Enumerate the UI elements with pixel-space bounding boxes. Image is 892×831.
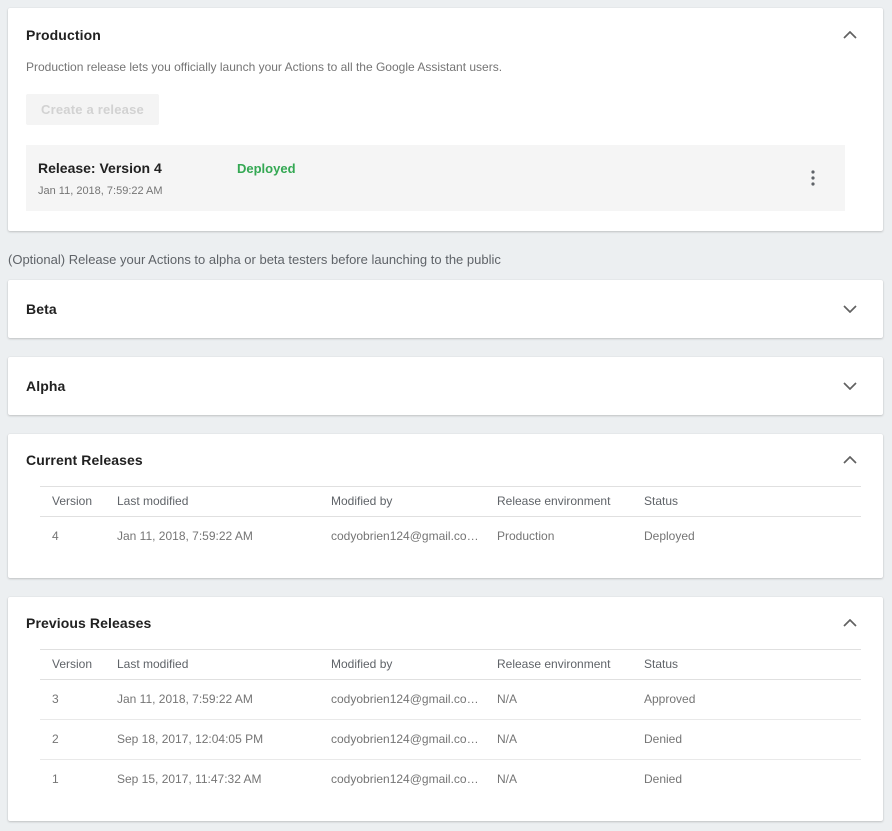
production-card-header[interactable]: Production	[26, 27, 861, 43]
optional-note: (Optional) Release your Actions to alpha…	[8, 252, 883, 267]
cell-version: 1	[40, 760, 105, 800]
alpha-title: Alpha	[26, 378, 65, 394]
alpha-card: Alpha	[8, 357, 883, 415]
cell-modified-by: codyobrien124@gmail.co…	[319, 517, 485, 557]
release-menu-button[interactable]	[807, 166, 819, 190]
column-header-release-environment: Release environment	[485, 487, 632, 517]
alpha-expand-button[interactable]	[839, 378, 861, 394]
production-description: Production release lets you officially l…	[26, 60, 861, 74]
table-header-row: Version Last modified Modified by Releas…	[40, 487, 861, 517]
release-version-label: Release: Version 4	[38, 160, 237, 176]
cell-version: 3	[40, 680, 105, 720]
beta-card-header[interactable]: Beta	[8, 280, 883, 338]
chevron-down-icon	[843, 301, 857, 316]
cell-status: Denied	[632, 720, 861, 760]
chevron-down-icon	[843, 378, 857, 393]
cell-status: Deployed	[632, 517, 861, 557]
column-header-version: Version	[40, 650, 105, 680]
current-releases-card: Current Releases Version Last modified M…	[8, 434, 883, 578]
column-header-modified-by: Modified by	[319, 650, 485, 680]
cell-modified-by: codyobrien124@gmail.co…	[319, 680, 485, 720]
beta-card: Beta	[8, 280, 883, 338]
cell-release-environment: N/A	[485, 720, 632, 760]
cell-version: 4	[40, 517, 105, 557]
previous-releases-card: Previous Releases Version Last modified …	[8, 597, 883, 821]
table-row: 4 Jan 11, 2018, 7:59:22 AM codyobrien124…	[40, 517, 861, 557]
cell-last-modified: Jan 11, 2018, 7:59:22 AM	[105, 680, 319, 720]
column-header-last-modified: Last modified	[105, 487, 319, 517]
release-date: Jan 11, 2018, 7:59:22 AM	[38, 185, 831, 197]
cell-release-environment: N/A	[485, 680, 632, 720]
production-card: Production Production release lets you o…	[8, 8, 883, 231]
current-releases-collapse-button[interactable]	[839, 452, 861, 468]
create-release-button[interactable]: Create a release	[26, 94, 159, 125]
table-row: 2 Sep 18, 2017, 12:04:05 PM codyobrien12…	[40, 720, 861, 760]
cell-status: Denied	[632, 760, 861, 800]
production-collapse-button[interactable]	[839, 27, 861, 43]
table-header-row: Version Last modified Modified by Releas…	[40, 650, 861, 680]
cell-modified-by: codyobrien124@gmail.co…	[319, 720, 485, 760]
current-releases-title: Current Releases	[26, 452, 143, 468]
column-header-status: Status	[632, 487, 861, 517]
cell-modified-by: codyobrien124@gmail.co…	[319, 760, 485, 800]
chevron-up-icon	[843, 27, 857, 42]
kebab-menu-icon	[811, 174, 815, 189]
column-header-version: Version	[40, 487, 105, 517]
cell-release-environment: Production	[485, 517, 632, 557]
table-row: 1 Sep 15, 2017, 11:47:32 AM codyobrien12…	[40, 760, 861, 800]
releases-page: Production Production release lets you o…	[0, 0, 892, 831]
chevron-up-icon	[843, 615, 857, 630]
cell-last-modified: Jan 11, 2018, 7:59:22 AM	[105, 517, 319, 557]
release-summary-row: Release: Version 4 Deployed	[38, 160, 831, 176]
alpha-card-header[interactable]: Alpha	[8, 357, 883, 415]
cell-release-environment: N/A	[485, 760, 632, 800]
current-releases-table: Version Last modified Modified by Releas…	[40, 486, 861, 556]
column-header-last-modified: Last modified	[105, 650, 319, 680]
deployed-release-summary: Release: Version 4 Deployed Jan 11, 2018…	[26, 145, 845, 211]
column-header-modified-by: Modified by	[319, 487, 485, 517]
column-header-release-environment: Release environment	[485, 650, 632, 680]
previous-releases-collapse-button[interactable]	[839, 615, 861, 631]
cell-version: 2	[40, 720, 105, 760]
previous-releases-header[interactable]: Previous Releases	[26, 615, 861, 631]
previous-releases-table: Version Last modified Modified by Releas…	[40, 649, 861, 799]
current-releases-header[interactable]: Current Releases	[26, 452, 861, 468]
cell-status: Approved	[632, 680, 861, 720]
beta-title: Beta	[26, 301, 57, 317]
cell-last-modified: Sep 18, 2017, 12:04:05 PM	[105, 720, 319, 760]
previous-releases-title: Previous Releases	[26, 615, 151, 631]
column-header-status: Status	[632, 650, 861, 680]
production-title: Production	[26, 27, 101, 43]
release-status-badge: Deployed	[237, 161, 296, 176]
chevron-up-icon	[843, 452, 857, 467]
beta-expand-button[interactable]	[839, 301, 861, 317]
cell-last-modified: Sep 15, 2017, 11:47:32 AM	[105, 760, 319, 800]
table-row: 3 Jan 11, 2018, 7:59:22 AM codyobrien124…	[40, 680, 861, 720]
